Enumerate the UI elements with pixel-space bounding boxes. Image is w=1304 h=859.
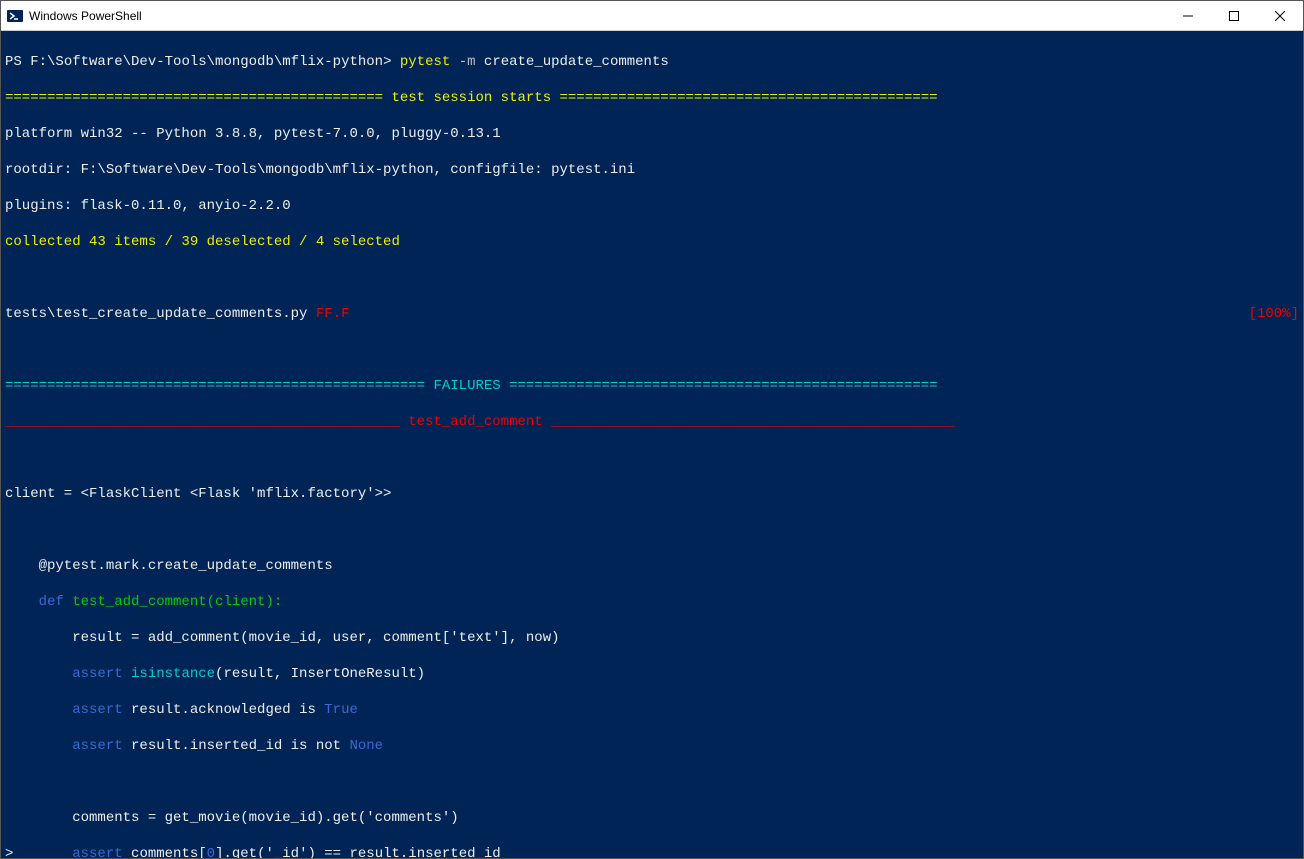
code-line: result = add_comment(movie_id, user, com… — [5, 629, 1299, 647]
prompt-line: PS F:\Software\Dev-Tools\mongodb\mflix-p… — [5, 53, 1299, 71]
mark-line-1: @pytest.mark.create_update_comments — [5, 557, 1299, 575]
window-controls — [1165, 1, 1303, 30]
command-pytest: pytest — [400, 54, 459, 70]
code-line: assert result.inserted_id is not None — [5, 737, 1299, 755]
command-flag: -m — [459, 54, 484, 70]
collected-line: collected 43 items / 39 deselected / 4 s… — [5, 233, 1299, 251]
assert-line-1: > assert comments[0].get('_id') == resul… — [5, 845, 1299, 858]
test-status: FF.F — [316, 306, 350, 322]
code-line: assert isinstance(result, InsertOneResul… — [5, 665, 1299, 683]
test-file: tests\test_create_update_comments.py — [5, 306, 316, 322]
minimize-button[interactable] — [1165, 1, 1211, 30]
titlebar[interactable]: Windows PowerShell — [1, 1, 1303, 31]
code-line: assert result.acknowledged is True — [5, 701, 1299, 719]
test-percent: [100%] — [1249, 305, 1299, 323]
client-line-1: client = <FlaskClient <Flask 'mflix.fact… — [5, 485, 1299, 503]
plugins-line: plugins: flask-0.11.0, anyio-2.2.0 — [5, 197, 1299, 215]
window-title: Windows PowerShell — [29, 9, 1165, 23]
command-arg: create_update_comments — [484, 54, 669, 70]
prompt-path: F:\Software\Dev-Tools\mongodb\mflix-pyth… — [30, 54, 400, 70]
maximize-button[interactable] — [1211, 1, 1257, 30]
powershell-icon — [7, 8, 23, 24]
failures-sep: ========================================… — [5, 377, 1299, 395]
platform-line: platform win32 -- Python 3.8.8, pytest-7… — [5, 125, 1299, 143]
close-button[interactable] — [1257, 1, 1303, 30]
session-sep: ========================================… — [5, 89, 1299, 107]
def-line-1: def test_add_comment(client): — [5, 593, 1299, 611]
failure-header-1: ________________________________________… — [5, 413, 1299, 431]
test-run-line: tests\test_create_update_comments.py FF.… — [5, 305, 1299, 323]
prompt-ps: PS — [5, 54, 30, 70]
code-line: comments = get_movie(movie_id).get('comm… — [5, 809, 1299, 827]
terminal-output[interactable]: PS F:\Software\Dev-Tools\mongodb\mflix-p… — [1, 31, 1303, 858]
powershell-window: Windows PowerShell PS F:\Software\Dev-To… — [0, 0, 1304, 859]
rootdir-line: rootdir: F:\Software\Dev-Tools\mongodb\m… — [5, 161, 1299, 179]
